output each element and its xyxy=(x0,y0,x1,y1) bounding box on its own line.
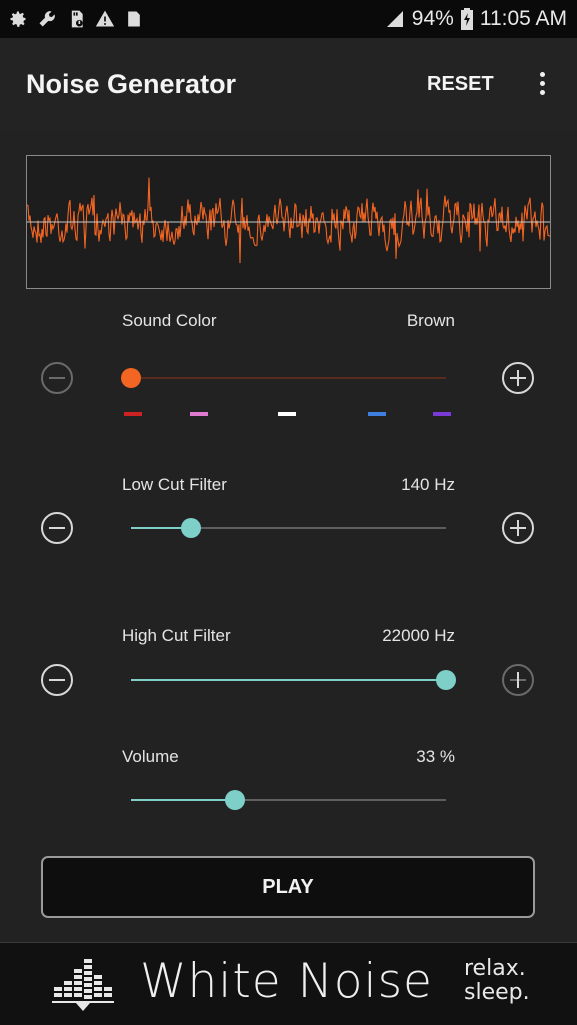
low-cut-label: Low Cut Filter xyxy=(122,475,227,494)
sound-color-slider[interactable] xyxy=(121,368,446,388)
waveform-trace xyxy=(27,177,550,264)
sound-color-marker xyxy=(433,412,451,416)
sound-color-marker xyxy=(368,412,386,416)
page-title: Noise Generator xyxy=(26,69,237,99)
banner-tagline: relax. sleep. xyxy=(464,957,530,1005)
high-cut-label: High Cut Filter xyxy=(122,626,231,645)
app-bar: Noise Generator RESET xyxy=(0,38,577,130)
battery-percent: 94% xyxy=(411,7,454,30)
play-button[interactable]: PLAY xyxy=(41,856,535,918)
status-right: 94% 11:05 AM xyxy=(385,5,567,33)
high-cut-increase-button[interactable] xyxy=(502,664,534,696)
volume-slider[interactable] xyxy=(131,790,446,810)
sound-color-marker xyxy=(124,412,142,416)
clock: 11:05 AM xyxy=(479,7,567,30)
reset-button[interactable]: RESET xyxy=(427,73,494,96)
overflow-menu-icon[interactable] xyxy=(532,68,552,100)
waveform-graph xyxy=(27,177,550,264)
sound-color-label: Sound Color xyxy=(122,311,217,330)
low-cut-thumb[interactable] xyxy=(180,518,201,538)
warning-icon xyxy=(95,10,115,27)
sound-color-thumb[interactable] xyxy=(121,368,141,388)
sound-color-decrease-button[interactable] xyxy=(41,362,73,394)
high-cut-fill xyxy=(131,679,446,681)
battery-icon xyxy=(460,8,473,30)
volume-thumb[interactable] xyxy=(224,790,245,810)
volume-value: 33 % xyxy=(416,747,455,766)
banner-brand: White Noise xyxy=(140,954,433,1009)
sound-color-increase-button[interactable] xyxy=(502,362,534,394)
low-cut-decrease-button[interactable] xyxy=(41,512,73,544)
wrench-icon xyxy=(39,11,55,27)
clipboard-icon xyxy=(128,11,140,27)
high-cut-value: 22000 Hz xyxy=(382,626,455,645)
high-cut-decrease-button[interactable] xyxy=(41,664,73,696)
sound-color-value: Brown xyxy=(406,311,455,330)
banner-tagline-line-1: relax. xyxy=(464,956,526,981)
sound-color-marker xyxy=(190,412,208,416)
high-cut-slider[interactable] xyxy=(131,670,456,690)
notification-icons xyxy=(8,8,144,30)
high-cut-thumb[interactable] xyxy=(436,670,456,690)
volume-label: Volume xyxy=(122,747,179,766)
equalizer-logo-icon xyxy=(52,959,114,1011)
signal-icon xyxy=(386,11,403,27)
low-cut-increase-button[interactable] xyxy=(502,512,534,544)
banner-tagline-line-2: sleep. xyxy=(464,980,530,1005)
settings-icon xyxy=(10,11,26,27)
waveform-display xyxy=(26,155,551,289)
low-cut-value: 140 Hz xyxy=(401,475,455,494)
status-bar: 94% 11:05 AM xyxy=(0,0,577,38)
sd-card-icon xyxy=(71,10,83,28)
sound-color-marker xyxy=(278,412,296,416)
low-cut-slider[interactable] xyxy=(131,518,446,538)
white-noise-banner[interactable]: White Noise relax. sleep. xyxy=(0,942,577,1025)
volume-fill xyxy=(131,799,235,801)
